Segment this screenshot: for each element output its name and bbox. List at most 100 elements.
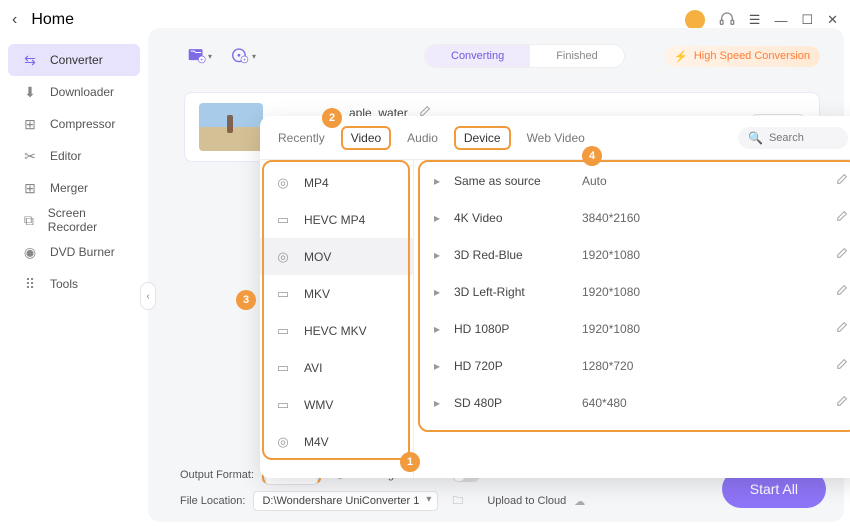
bolt-icon: ⚡ xyxy=(674,50,688,63)
format-label: WMV xyxy=(304,398,333,412)
format-label: MKV xyxy=(304,287,330,301)
video-thumbnail[interactable] xyxy=(199,103,263,151)
resolution-row[interactable]: ▸SD 480P640*480 xyxy=(414,384,850,421)
svg-text:+: + xyxy=(243,58,246,64)
resolution-row[interactable]: ▸ HD 720P 1280*720 xyxy=(414,347,850,384)
edit-resolution-icon[interactable] xyxy=(835,358,848,374)
video-icon: ▸ xyxy=(430,285,444,299)
search-input[interactable] xyxy=(769,132,849,144)
folder-icon[interactable]: 🗀 xyxy=(452,492,463,511)
resolution-name: HD 1080P xyxy=(454,322,572,336)
format-list: ◎MP4 ▭HEVC MP4 ◎MOV ▭MKV ▭HEVC MKV ▭AVI … xyxy=(260,160,414,478)
headset-icon[interactable] xyxy=(719,11,735,30)
sidebar-label: Compressor xyxy=(50,117,115,131)
maximize-button[interactable]: ☐ xyxy=(801,12,813,28)
edit-resolution-icon[interactable] xyxy=(835,247,848,263)
collapse-sidebar-button[interactable]: ‹ xyxy=(140,282,156,310)
minimize-button[interactable]: — xyxy=(774,13,787,28)
format-icon: ▭ xyxy=(274,212,292,228)
resolution-size: 1920*1080 xyxy=(582,285,702,299)
sidebar-item-converter[interactable]: ⇆Converter xyxy=(8,44,140,76)
output-format-label: Output Format: xyxy=(180,469,254,481)
sidebar-label: Editor xyxy=(50,149,81,163)
video-icon: ▸ xyxy=(430,359,444,373)
downloader-icon: ⬇ xyxy=(22,84,38,100)
resolution-size: Auto xyxy=(582,174,702,188)
badge-2: 2 xyxy=(322,108,342,128)
resolution-row[interactable]: ▸3D Red-Blue1920*1080 xyxy=(414,236,850,273)
format-icon: ◎ xyxy=(274,175,292,191)
format-hevc-mp4[interactable]: ▭HEVC MP4 xyxy=(260,201,413,238)
format-hevc-mkv[interactable]: ▭HEVC MKV xyxy=(260,312,413,349)
edit-resolution-icon[interactable] xyxy=(835,321,848,337)
resolution-name: HD 720P xyxy=(454,359,572,373)
edit-resolution-icon[interactable] xyxy=(835,173,848,189)
format-avi[interactable]: ▭AVI xyxy=(260,349,413,386)
resolution-row[interactable]: ▸3D Left-Right1920*1080 xyxy=(414,273,850,310)
sidebar-item-downloader[interactable]: ⬇Downloader xyxy=(8,76,140,108)
file-location-select[interactable]: D:\Wondershare UniConverter 1 xyxy=(253,491,438,511)
add-file-button[interactable]: + ▾ xyxy=(188,45,212,67)
format-label: AVI xyxy=(304,361,322,375)
tab-web-video[interactable]: Web Video xyxy=(525,126,587,150)
resolution-row[interactable]: ▸4K Video3840*2160 xyxy=(414,199,850,236)
video-icon: ▸ xyxy=(430,248,444,262)
resolution-row[interactable]: ▸ Same as source Auto xyxy=(414,162,850,199)
high-speed-conversion[interactable]: ⚡ High Speed Conversion xyxy=(664,46,820,67)
resolution-size: 3840*2160 xyxy=(582,211,702,225)
tab-recently[interactable]: Recently xyxy=(276,126,327,150)
tab-video[interactable]: Video xyxy=(341,126,391,150)
screen-recorder-icon: ⧉ xyxy=(22,212,36,228)
chevron-down-icon: ▾ xyxy=(252,52,256,61)
badge-1: 1 xyxy=(400,452,420,472)
sidebar-item-dvd-burner[interactable]: ◉DVD Burner xyxy=(8,236,140,268)
video-icon: ▸ xyxy=(430,396,444,410)
sidebar-label: Converter xyxy=(50,53,103,67)
sidebar-label: Merger xyxy=(50,181,88,195)
cloud-icon[interactable]: ☁ xyxy=(574,495,585,508)
format-icon: ▭ xyxy=(274,286,292,302)
format-mov[interactable]: ◎MOV xyxy=(260,238,413,275)
sidebar-item-compressor[interactable]: ⊞ Compressor xyxy=(8,108,140,140)
format-mp4[interactable]: ◎MP4 xyxy=(260,164,413,201)
menu-icon[interactable]: ☰ xyxy=(749,12,761,28)
resolution-size: 1280*720 xyxy=(582,359,702,373)
sidebar-item-merger[interactable]: ⊞ Merger xyxy=(8,172,140,204)
avatar[interactable] xyxy=(685,10,705,30)
close-button[interactable]: ✕ xyxy=(827,12,838,28)
sidebar-item-tools[interactable]: ⠿Tools xyxy=(8,268,140,300)
file-location-label: File Location: xyxy=(180,495,245,507)
edit-resolution-icon[interactable] xyxy=(835,395,848,411)
tab-device[interactable]: Device xyxy=(454,126,511,150)
merger-icon: ⊞ xyxy=(22,180,38,196)
sidebar: ⇆Converter ⬇Downloader ⊞ Compressor ✂ Edit… xyxy=(0,40,148,520)
format-wmv[interactable]: ▭WMV xyxy=(260,386,413,423)
resolution-list: ▸ Same as source Auto ▸4K Video3840*2160 ▸… xyxy=(414,160,850,478)
badge-4: 4 xyxy=(582,146,602,166)
tab-converting[interactable]: Converting xyxy=(425,45,530,67)
sidebar-item-editor[interactable]: ✂ Editor xyxy=(8,140,140,172)
format-icon: ▭ xyxy=(274,323,292,339)
tab-audio[interactable]: Audio xyxy=(405,126,440,150)
top-row: + ▾ + ▾ Converting Finished ⚡ High Speed… xyxy=(148,28,844,74)
format-panel: Recently Video Audio Device Web Video 🔍 … xyxy=(260,116,850,478)
format-label: M4V xyxy=(304,435,329,449)
titlebar-home[interactable]: Home xyxy=(31,11,74,29)
edit-resolution-icon[interactable] xyxy=(835,284,848,300)
back-arrow-icon[interactable]: ‹ xyxy=(12,11,17,29)
edit-resolution-icon[interactable] xyxy=(835,210,848,226)
sidebar-item-screen-recorder[interactable]: ⧉Screen Recorder xyxy=(8,204,140,236)
resolution-row[interactable]: ▸HD 1080P1920*1080 xyxy=(414,310,850,347)
compressor-icon: ⊞ xyxy=(22,116,38,132)
format-m4v[interactable]: ◎M4V xyxy=(260,423,413,460)
tab-finished[interactable]: Finished xyxy=(530,45,624,67)
search-wrap: 🔍 xyxy=(738,127,848,149)
resolution-size: 1920*1080 xyxy=(582,322,702,336)
format-mkv[interactable]: ▭ MKV xyxy=(260,275,413,312)
resolution-name: Same as source xyxy=(454,174,572,188)
video-icon: ▸ xyxy=(430,174,444,188)
add-dvd-button[interactable]: + ▾ xyxy=(232,45,256,67)
mode-segment: Converting Finished xyxy=(424,44,625,68)
badge-3: 3 xyxy=(236,290,256,310)
editor-icon: ✂ xyxy=(22,148,38,164)
